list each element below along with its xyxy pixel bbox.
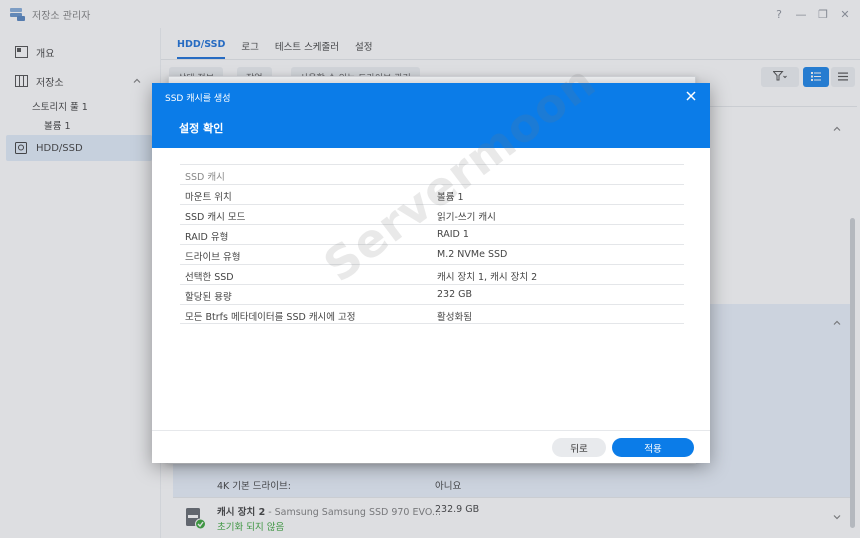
apply-button[interactable]: 적용 <box>612 438 694 457</box>
back-button[interactable]: 뒤로 <box>552 438 606 457</box>
summary-key: 모든 Btrfs 메타데이터를 SSD 캐시에 고정 <box>185 312 356 323</box>
dialog-header: SSD 캐시를 생성 설정 확인 <box>152 83 710 148</box>
summary-key: 드라이브 유형 <box>185 252 241 263</box>
summary-key: 선택한 SSD <box>185 272 234 283</box>
summary-key: SSD 캐시 모드 <box>185 212 246 223</box>
summary-value: 232 GB <box>437 289 473 300</box>
summary-key: 할당된 용량 <box>185 292 232 303</box>
close-icon[interactable] <box>685 90 697 102</box>
dialog-step-title: 설정 확인 <box>179 122 224 135</box>
summary-value: RAID 1 <box>437 229 469 240</box>
summary-row: 모든 Btrfs 메타데이터를 SSD 캐시에 고정 활성화됨 <box>180 304 684 324</box>
summary-key: RAID 유형 <box>185 232 229 243</box>
dialog-title: SSD 캐시를 생성 <box>165 94 231 104</box>
summary-row: 선택한 SSD 캐시 장치 1, 캐시 장치 2 <box>180 264 684 284</box>
summary-row: 드라이브 유형 M.2 NVMe SSD <box>180 244 684 264</box>
summary-key: 마운트 위치 <box>185 192 232 203</box>
summary-value: 캐시 장치 1, 캐시 장치 2 <box>437 272 538 283</box>
create-ssd-cache-dialog: SSD 캐시를 생성 설정 확인 SSD 캐시 마운트 위치 볼륨 1 SSD … <box>152 83 710 463</box>
dialog-footer-divider <box>152 430 710 431</box>
summary-section-label: SSD 캐시 <box>185 172 225 183</box>
summary-value: 활성화됨 <box>437 312 472 323</box>
summary-value: M.2 NVMe SSD <box>437 249 508 260</box>
summary-row: 할당된 용량 232 GB <box>180 284 684 304</box>
